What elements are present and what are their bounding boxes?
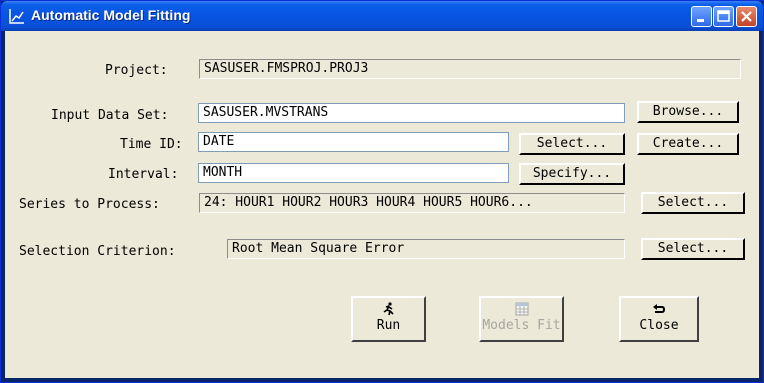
window-title: Automatic Model Fitting [31, 7, 191, 23]
title-bar[interactable]: Automatic Model Fitting [1, 1, 763, 31]
automatic-model-fitting-window: Automatic Model Fitting Project: SASUSER… [0, 0, 764, 383]
specify-button[interactable]: Specify... [519, 163, 625, 185]
interval-field[interactable]: MONTH [198, 163, 509, 183]
running-man-icon [353, 302, 424, 318]
maximize-button[interactable] [713, 6, 734, 27]
project-field: SASUSER.FMSPROJ.PROJ3 [199, 59, 741, 79]
project-label: Project: [105, 63, 168, 78]
time-id-field[interactable]: DATE [198, 132, 509, 152]
run-button[interactable]: Run [351, 296, 426, 342]
time-id-select-button[interactable]: Select... [519, 133, 625, 155]
series-to-process-label: Series to Process: [19, 197, 160, 212]
time-id-label: Time ID: [120, 137, 183, 152]
input-data-set-label: Input Data Set: [51, 108, 169, 123]
browse-button[interactable]: Browse... [637, 101, 739, 123]
close-window-button[interactable] [736, 6, 757, 27]
chart-icon [9, 8, 25, 24]
selection-criterion-label: Selection Criterion: [19, 244, 176, 259]
input-data-set-field[interactable]: SASUSER.MVSTRANS [198, 103, 625, 123]
table-icon [481, 302, 562, 318]
selection-criterion-field: Root Mean Square Error [227, 239, 625, 259]
run-label: Run [376, 318, 401, 333]
criterion-select-button[interactable]: Select... [641, 238, 745, 260]
series-select-button[interactable]: Select... [641, 192, 745, 214]
close-button[interactable]: Close [619, 296, 699, 342]
close-label: Close [639, 318, 679, 333]
create-button[interactable]: Create... [637, 133, 739, 155]
models-fit-button[interactable]: Models Fit [479, 296, 564, 342]
models-fit-label: Models Fit [482, 318, 561, 333]
interval-label: Interval: [108, 167, 179, 182]
dialog-body: Project: SASUSER.FMSPROJ.PROJ3 Input Dat… [5, 31, 759, 378]
series-to-process-field: 24: HOUR1 HOUR2 HOUR3 HOUR4 HOUR5 HOUR6.… [199, 193, 625, 213]
return-arrow-icon [621, 302, 697, 318]
minimize-button[interactable] [691, 6, 712, 27]
